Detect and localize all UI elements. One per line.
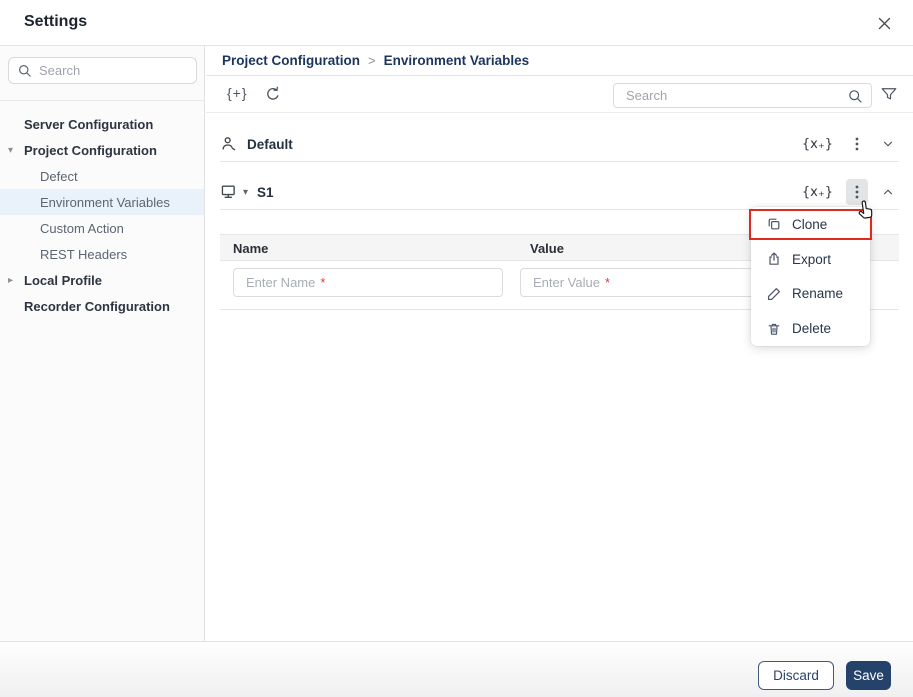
name-input[interactable]: Enter Name * — [233, 268, 503, 297]
caret-down-icon[interactable]: ▾ — [243, 187, 248, 198]
sidebar-item-label: REST Headers — [40, 246, 128, 262]
breadcrumb-separator: > — [368, 53, 376, 68]
breadcrumb-project-configuration[interactable]: Project Configuration — [222, 53, 360, 68]
menu-item-rename[interactable]: Rename — [751, 277, 870, 312]
sidebar-item-defect[interactable]: Defect — [0, 163, 204, 189]
group-s1-left: ▾ S1 — [220, 183, 274, 201]
group-s1-actions: {x₊} — [802, 179, 899, 205]
menu-item-label: Clone — [792, 216, 828, 232]
group-name: Default — [247, 136, 293, 152]
add-variable-icon[interactable]: {+} — [227, 85, 248, 101]
caret-down-icon: ▾ — [8, 144, 14, 156]
sidebar-item-recorder-configuration[interactable]: Recorder Configuration — [0, 293, 204, 319]
sidebar-divider — [0, 100, 205, 101]
value-placeholder: Enter Value — [533, 275, 600, 290]
variables-icon[interactable]: {x₊} — [802, 185, 833, 200]
variables-icon[interactable]: {x₊} — [802, 137, 833, 152]
sidebar-search-box[interactable] — [8, 57, 197, 84]
sidebar-item-label: Environment Variables — [40, 194, 170, 210]
chevron-up-icon[interactable] — [881, 185, 895, 199]
group-context-menu: Clone Export Rename Delete — [749, 207, 872, 346]
sidebar-item-label: Defect — [40, 168, 78, 184]
close-button[interactable] — [870, 9, 898, 37]
group-name: S1 — [257, 184, 274, 200]
column-header-name: Name — [233, 241, 269, 256]
refresh-icon[interactable] — [264, 85, 282, 103]
sidebar-item-rest-headers[interactable]: REST Headers — [0, 241, 204, 267]
sidebar-item-label: Recorder Configuration — [24, 298, 170, 314]
menu-item-label: Export — [792, 251, 832, 267]
sidebar-item-environment-variables[interactable]: Environment Variables — [0, 189, 204, 215]
clone-icon — [766, 216, 782, 232]
sidebar-item-label: Custom Action — [40, 220, 124, 236]
group-row-default[interactable]: Default {x₊} — [220, 127, 899, 162]
monitor-icon — [220, 183, 238, 201]
filter-icon[interactable] — [880, 85, 898, 103]
required-marker: * — [604, 275, 611, 290]
variables-search-box[interactable] — [613, 83, 872, 108]
toolbar: {+} — [206, 77, 913, 113]
sidebar-item-server-configuration[interactable]: Server Configuration — [0, 111, 204, 137]
more-options-icon[interactable] — [846, 131, 868, 157]
pencil-icon — [766, 286, 782, 302]
caret-right-icon: ▸ — [8, 274, 14, 286]
settings-dialog: Settings Server Configuration ▾ Project … — [0, 0, 913, 697]
breadcrumb: Project Configuration > Environment Vari… — [206, 46, 913, 76]
column-header-value: Value — [530, 241, 564, 256]
breadcrumb-environment-variables: Environment Variables — [383, 53, 530, 68]
sidebar-item-label: Project Configuration — [24, 142, 157, 158]
settings-nav: Server Configuration ▾ Project Configura… — [0, 111, 204, 319]
menu-item-delete[interactable]: Delete — [751, 311, 870, 346]
group-row-s1[interactable]: ▾ S1 {x₊} — [220, 175, 899, 210]
dialog-title: Settings — [24, 13, 88, 30]
search-icon — [847, 88, 863, 104]
sidebar-item-label: Server Configuration — [24, 116, 154, 132]
menu-item-label: Rename — [792, 286, 844, 302]
titlebar: Settings — [0, 0, 913, 46]
footer: Discard Save — [0, 641, 913, 697]
sidebar-item-project-configuration[interactable]: ▾ Project Configuration — [0, 137, 204, 163]
sidebar-search-input[interactable] — [39, 63, 188, 78]
required-marker: * — [320, 275, 326, 290]
sidebar: Server Configuration ▾ Project Configura… — [0, 46, 205, 641]
variables-search-input[interactable] — [626, 88, 841, 103]
menu-item-clone[interactable]: Clone — [751, 207, 870, 242]
sidebar-item-local-profile[interactable]: ▸ Local Profile — [0, 267, 204, 293]
sidebar-item-label: Local Profile — [24, 272, 103, 288]
group-default-left: Default — [220, 135, 293, 153]
chevron-down-icon[interactable] — [881, 137, 895, 151]
close-icon — [877, 16, 892, 31]
more-options-icon[interactable] — [846, 179, 868, 205]
search-icon — [17, 63, 32, 78]
menu-item-label: Delete — [792, 321, 832, 337]
menu-item-export[interactable]: Export — [751, 242, 870, 277]
user-icon — [220, 135, 238, 153]
export-icon — [766, 251, 782, 267]
discard-button[interactable]: Discard — [758, 661, 834, 690]
name-placeholder: Enter Name — [246, 275, 316, 290]
save-button[interactable]: Save — [846, 661, 891, 690]
sidebar-item-custom-action[interactable]: Custom Action — [0, 215, 204, 241]
trash-icon — [766, 321, 782, 337]
group-default-actions: {x₊} — [802, 131, 899, 157]
